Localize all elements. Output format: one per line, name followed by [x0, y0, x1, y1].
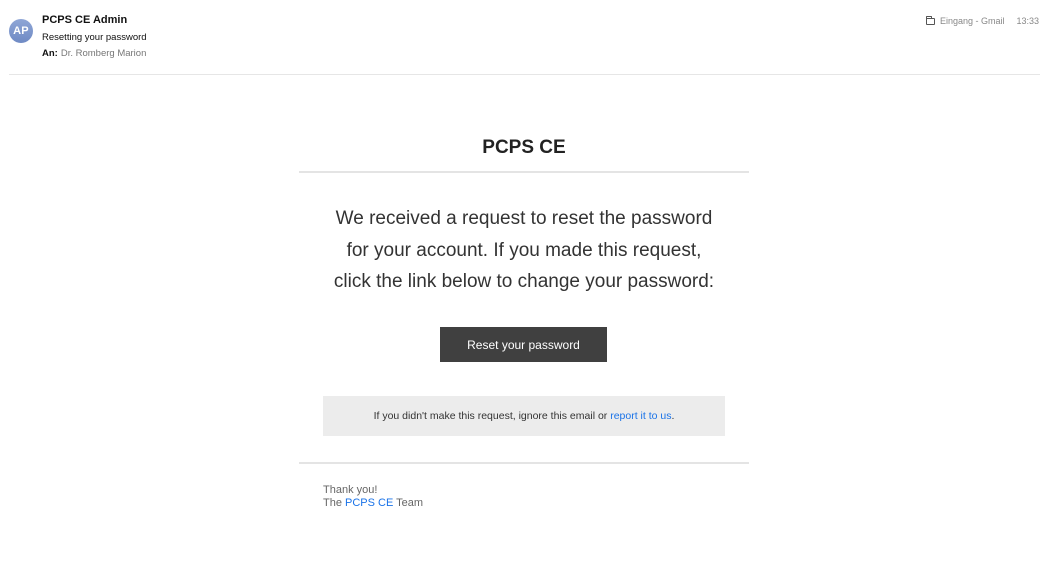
reset-message: We received a request to reset the passw… [299, 203, 749, 298]
folder-icon [925, 15, 935, 25]
team-line: The PCPS CE Team [323, 497, 423, 510]
team-link[interactable]: PCPS CE [345, 497, 393, 509]
recipient-label: An: [42, 48, 58, 59]
message-subject: Resetting your password [42, 32, 147, 43]
team-prefix: The [323, 497, 346, 509]
report-link[interactable]: report it to us [610, 410, 671, 422]
header-divider [9, 74, 1040, 75]
signoff: Thank you! The PCPS CE Team [323, 484, 423, 510]
message-meta: Eingang - Gmail 13:33 [925, 15, 1039, 26]
sender-avatar[interactable]: AP [9, 19, 33, 43]
message-line: click the link below to change your pass… [333, 271, 715, 292]
notice-text: If you didn't make this request, ignore … [373, 410, 611, 422]
notice-end: . [671, 410, 675, 422]
team-suffix: Team [393, 497, 424, 509]
sender-name[interactable]: PCPS CE Admin [42, 14, 127, 26]
top-divider [299, 171, 749, 173]
mailbox-folder[interactable]: Eingang - Gmail [940, 16, 1005, 26]
recipient-name[interactable]: Dr. Romberg Marion [61, 48, 147, 59]
recipient-line: An: Dr. Romberg Marion [42, 48, 146, 59]
message-line: for your account. If you made this reque… [346, 239, 702, 261]
reset-password-button[interactable]: Reset your password [440, 327, 607, 362]
email-brand-title: PCPS CE [482, 137, 566, 158]
message-header: AP PCPS CE Admin Resetting your password… [0, 0, 1053, 74]
message-time: 13:33 [1016, 16, 1039, 26]
bottom-divider [299, 462, 749, 464]
ignore-notice: If you didn't make this request, ignore … [323, 396, 725, 436]
message-line: We received a request to reset the passw… [335, 208, 713, 229]
thanks-text: Thank you! [323, 484, 378, 496]
